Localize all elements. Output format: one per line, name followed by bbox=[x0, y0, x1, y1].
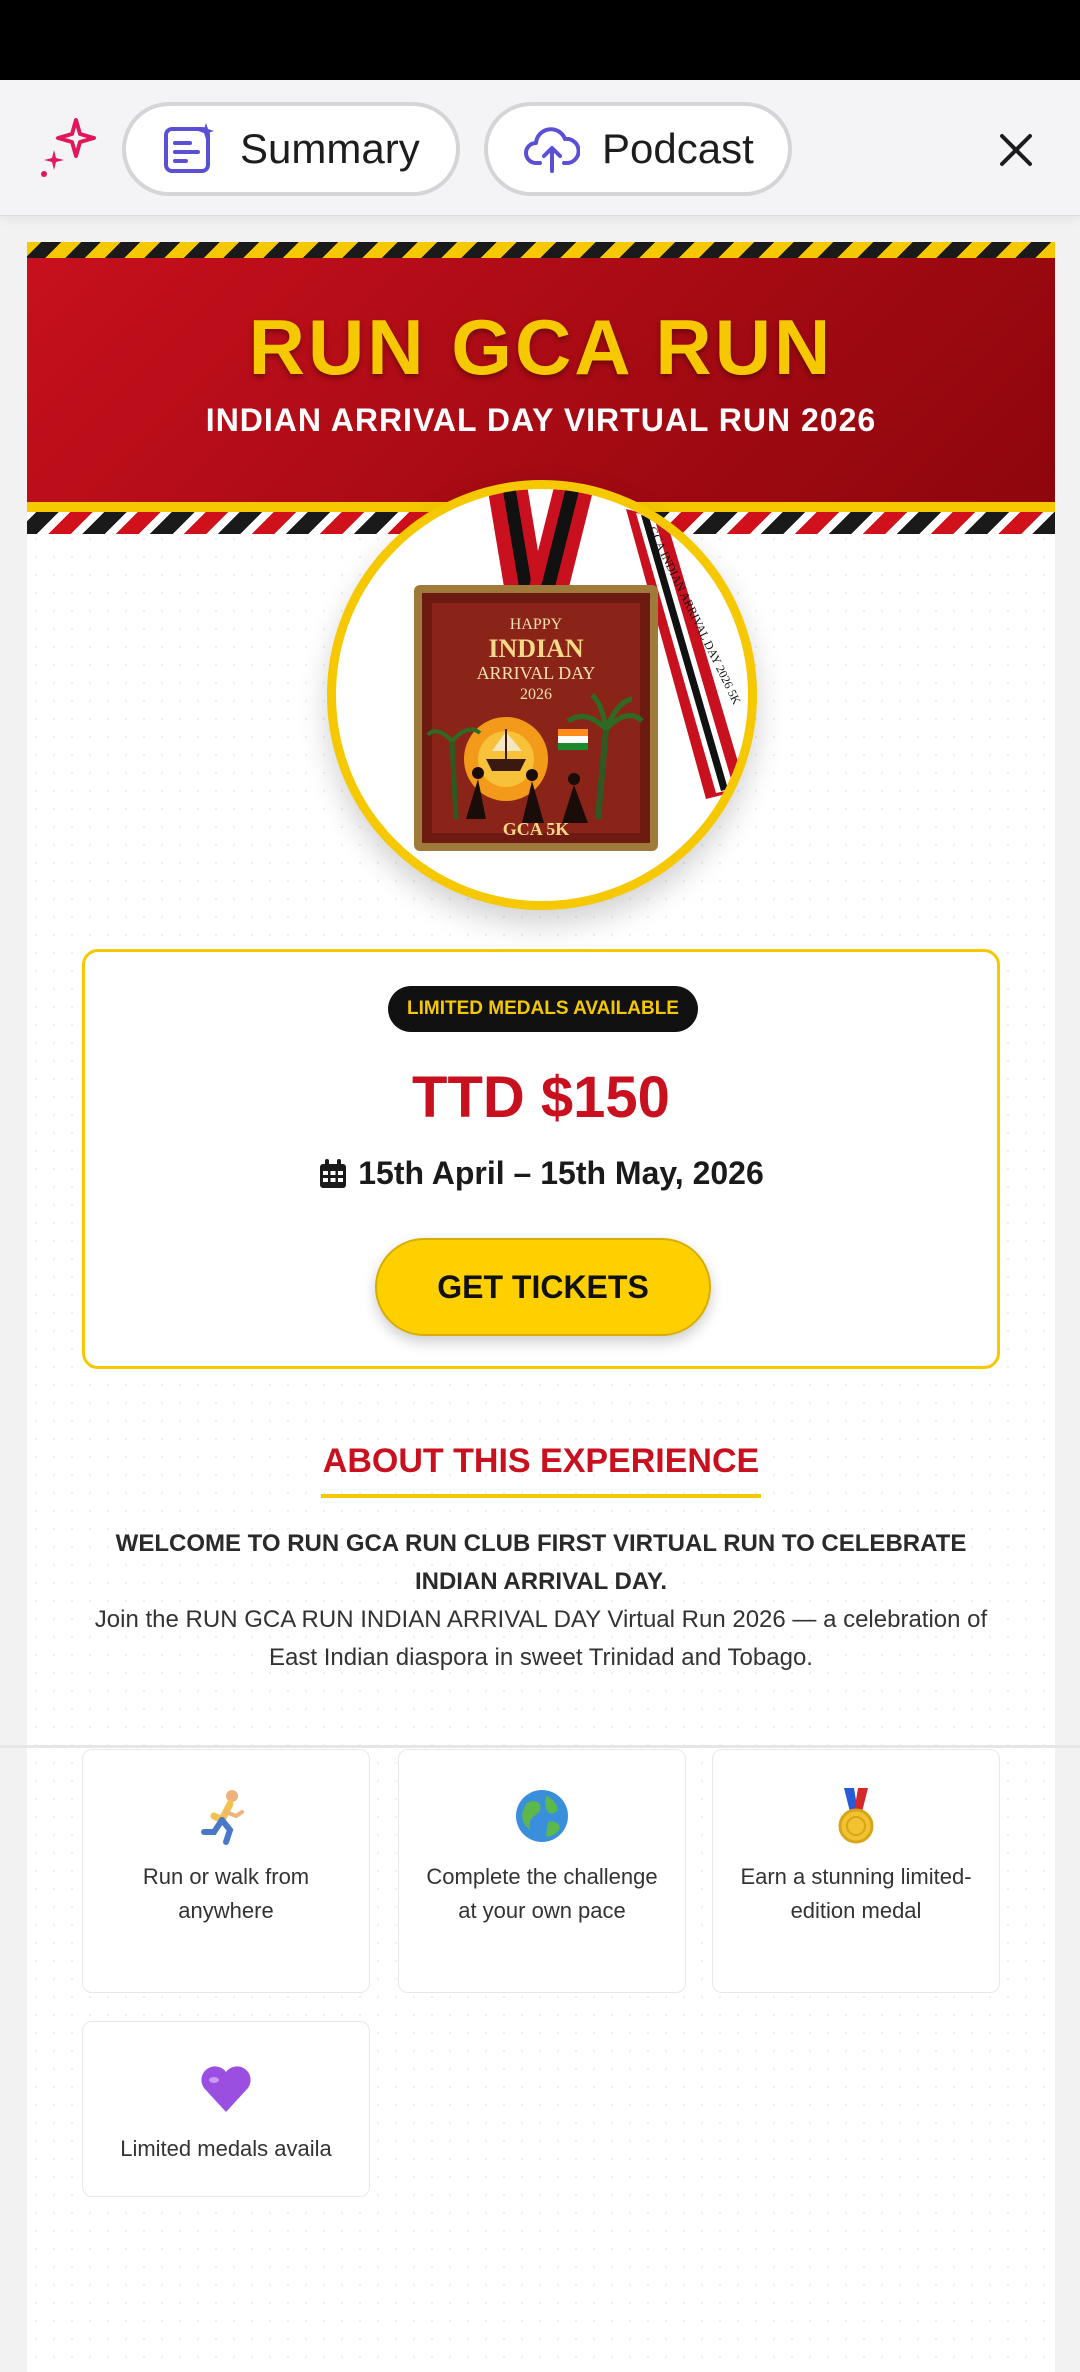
limited-badge: LIMITED MEDALS AVAILABLE bbox=[388, 986, 698, 1032]
svg-text:ARRIVAL DAY: ARRIVAL DAY bbox=[477, 663, 596, 683]
feature-card: Run or walk from anywhere bbox=[82, 1749, 370, 1993]
hero-title: RUN GCA RUN bbox=[248, 303, 834, 391]
hazard-stripe-top bbox=[27, 242, 1055, 258]
close-icon[interactable] bbox=[986, 120, 1046, 180]
about-underline bbox=[321, 1494, 761, 1498]
feature-card: Earn a stunning limited-edition medal bbox=[712, 1749, 1000, 1993]
event-dates: 15th April – 15th May, 2026 bbox=[85, 1155, 997, 1192]
feature-text: Complete the challenge at your own pace bbox=[426, 1864, 658, 1923]
welcome-text: WELCOME TO RUN GCA RUN CLUB FIRST VIRTUA… bbox=[115, 1530, 967, 1595]
ticket-price: TTD $150 bbox=[412, 1065, 670, 1130]
svg-text:INDIAN: INDIAN bbox=[488, 634, 584, 663]
podcast-label: Podcast bbox=[602, 125, 754, 172]
svg-text:HAPPY: HAPPY bbox=[510, 616, 563, 633]
get-tickets-button[interactable]: GET TICKETS bbox=[375, 1238, 711, 1336]
event-dates-text: 15th April – 15th May, 2026 bbox=[358, 1155, 764, 1191]
feature-text: Limited medals availa bbox=[120, 2136, 332, 2161]
summary-button[interactable]: Summary bbox=[122, 102, 460, 196]
runner-icon bbox=[201, 1790, 244, 1845]
calendar-icon bbox=[320, 1158, 347, 1188]
globe-icon bbox=[516, 1790, 568, 1842]
hero-subtitle: INDIAN ARRIVAL DAY VIRTUAL RUN 2026 bbox=[205, 402, 877, 438]
cloud-upload-icon bbox=[524, 127, 580, 173]
svg-text:2026: 2026 bbox=[520, 686, 552, 703]
summary-icon bbox=[164, 123, 214, 173]
ai-sparkle-icon[interactable] bbox=[36, 116, 100, 180]
ai-assistant-toolbar: Summary Podcast bbox=[0, 80, 1080, 216]
medal-icon bbox=[838, 1788, 874, 1844]
podcast-button[interactable]: Podcast bbox=[484, 102, 792, 196]
feature-text: Earn a stunning limited-edition medal bbox=[740, 1864, 972, 1923]
feature-card: Complete the challenge at your own pace bbox=[398, 1749, 686, 1993]
feature-text: Run or walk from anywhere bbox=[142, 1864, 310, 1923]
ticket-box: LIMITED MEDALS AVAILABLE TTD $150 15th A… bbox=[82, 949, 1000, 1369]
purple-heart-icon bbox=[201, 2066, 251, 2112]
feature-card: Limited medals availa bbox=[82, 2021, 370, 2197]
about-title: ABOUT THIS EXPERIENCE bbox=[322, 1442, 760, 1480]
about-description: Join the RUN GCA RUN INDIAN ARRIVAL DAY … bbox=[94, 1606, 988, 1671]
summary-label: Summary bbox=[240, 125, 420, 172]
status-bar bbox=[0, 0, 1080, 80]
medal-image: GCA INDIAN ARRIVAL DAY 2026 5K HAPPY IND… bbox=[327, 480, 757, 910]
section-divider bbox=[0, 1745, 1080, 1748]
svg-text:GCA 5K: GCA 5K bbox=[503, 819, 570, 839]
